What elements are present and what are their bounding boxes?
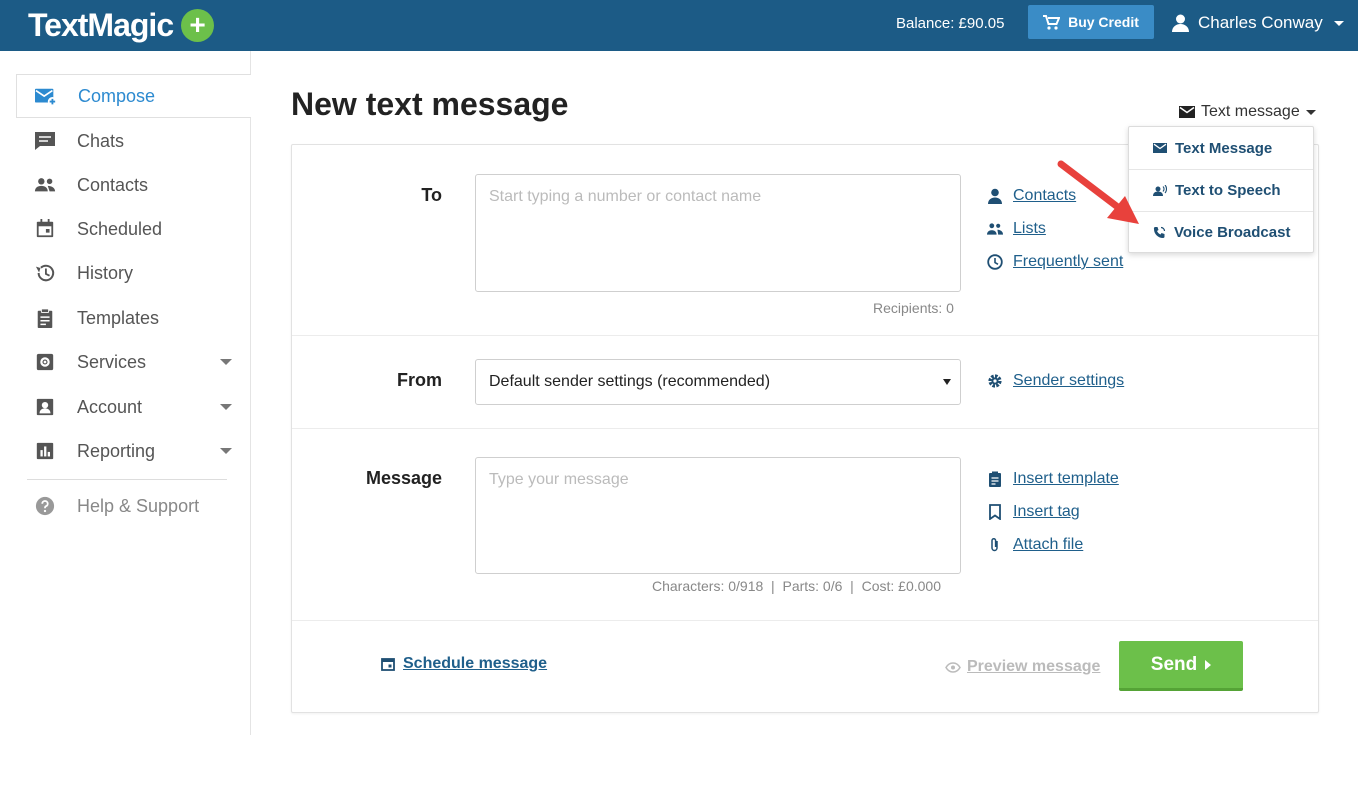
chevron-right-icon [1205,659,1212,670]
sidebar-item-label: Contacts [77,174,149,195]
balance-text: Balance: £90.05 [896,15,1005,32]
annotation-arrow-icon [1057,160,1139,224]
chevron-down-icon [220,448,232,454]
chevron-down-icon [220,359,232,365]
preview-message-link[interactable]: Preview message [945,658,1100,676]
services-icon [36,353,54,371]
sender-select[interactable]: Default sender settings (recommended) [475,359,961,405]
schedule-message-link[interactable]: Schedule message [381,655,547,673]
message-type-selector[interactable]: Text message [1179,103,1316,121]
sidebar-item-history[interactable]: History [16,251,251,295]
frequently-sent-link[interactable]: Frequently sent [987,253,1123,271]
chevron-down-icon [1333,20,1344,26]
attach-file-link[interactable]: Attach file [987,536,1083,554]
user-icon [988,188,1002,204]
sender-select-value: Default sender settings (recommended) [489,373,771,390]
sidebar-item-services[interactable]: Services [16,340,251,384]
message-input[interactable]: Type your message [475,457,961,574]
sidebar-item-chats[interactable]: Chats [16,119,251,163]
sidebar: Compose Chats Contacts Scheduled History… [0,51,251,735]
sidebar-item-label: Help & Support [77,495,200,516]
eye-icon [945,661,961,673]
contacts-icon [987,223,1003,235]
row-divider [292,335,1318,336]
recipients-count: Recipients: 0 [873,300,954,316]
bookmark-icon [989,504,1001,520]
gear-icon [988,374,1002,388]
textmagic-logo[interactable]: TextMagic [28,7,174,44]
sender-settings-link[interactable]: Sender settings [987,372,1124,390]
chat-icon [35,132,55,150]
row-divider [292,428,1318,429]
sidebar-item-label: History [77,262,134,283]
message-stats: Characters: 0/918 | Parts: 0/6 | Cost: £… [652,578,941,594]
sidebar-item-contacts[interactable]: Contacts [16,163,251,207]
insert-template-link[interactable]: Insert template [987,470,1119,488]
to-input[interactable]: Start typing a number or contact name [475,174,961,292]
clipboard-icon [989,471,1001,487]
contacts-icon [34,178,56,192]
sidebar-item-scheduled[interactable]: Scheduled [16,207,251,251]
calendar-icon [381,658,395,671]
sidebar-item-reporting[interactable]: Reporting [16,429,251,473]
sidebar-item-label: Scheduled [77,218,163,239]
envelope-icon [1179,106,1195,118]
help-icon [35,496,55,516]
insert-tag-link[interactable]: Insert tag [987,503,1080,521]
message-type-dropdown: Text Message Text to Speech Voice Broadc… [1128,126,1314,253]
buy-credit-label: Buy Credit [1068,14,1139,30]
user-name: Charles Conway [1198,13,1323,32]
sidebar-item-label: Account [77,396,143,417]
clipboard-icon [37,308,53,328]
send-button[interactable]: Send [1119,641,1243,691]
cart-icon [1043,14,1061,30]
sidebar-item-label: Templates [77,307,160,328]
buy-credit-button[interactable]: Buy Credit [1028,5,1154,39]
sidebar-item-help[interactable]: Help & Support [16,484,251,528]
chevron-down-icon [220,404,232,410]
user-icon [1172,14,1189,32]
page-title: New text message [291,86,569,122]
dropdown-item-text-message[interactable]: Text Message [1129,127,1313,169]
chart-icon [36,442,54,460]
sidebar-item-label: Compose [78,85,156,106]
send-label: Send [1150,653,1198,675]
sidebar-item-label: Reporting [77,440,156,461]
dropdown-item-text-to-speech[interactable]: Text to Speech [1129,169,1313,211]
from-label: From [397,370,442,390]
account-icon [36,398,54,416]
sidebar-item-label: Services [77,351,147,372]
user-menu[interactable]: Charles Conway [1172,13,1344,33]
message-label: Message [365,468,442,488]
lists-link[interactable]: Lists [987,220,1046,238]
calendar-icon [36,219,54,238]
sidebar-item-label: Chats [77,130,125,151]
clock-icon [987,254,1003,270]
history-icon [35,264,55,282]
chevron-down-icon [943,379,951,385]
sidebar-item-compose[interactable]: Compose [16,74,251,118]
chevron-down-icon [1305,109,1316,115]
paperclip-icon [991,537,998,552]
row-divider [292,620,1318,621]
envelope-icon [1153,143,1167,153]
sidebar-item-templates[interactable]: Templates [16,296,251,340]
sidebar-item-account[interactable]: Account [16,385,251,429]
speaker-person-icon [1153,184,1167,196]
new-plus-button[interactable]: + [181,9,214,42]
top-bar: TextMagic + Balance: £90.05 Buy Credit C… [0,0,1358,51]
compose-icon [35,88,57,107]
sidebar-divider [27,479,227,480]
phone-icon [1153,226,1166,238]
message-type-label: Text message [1201,103,1300,120]
dropdown-item-voice-broadcast[interactable]: Voice Broadcast [1129,211,1313,253]
to-label: To [421,185,442,205]
